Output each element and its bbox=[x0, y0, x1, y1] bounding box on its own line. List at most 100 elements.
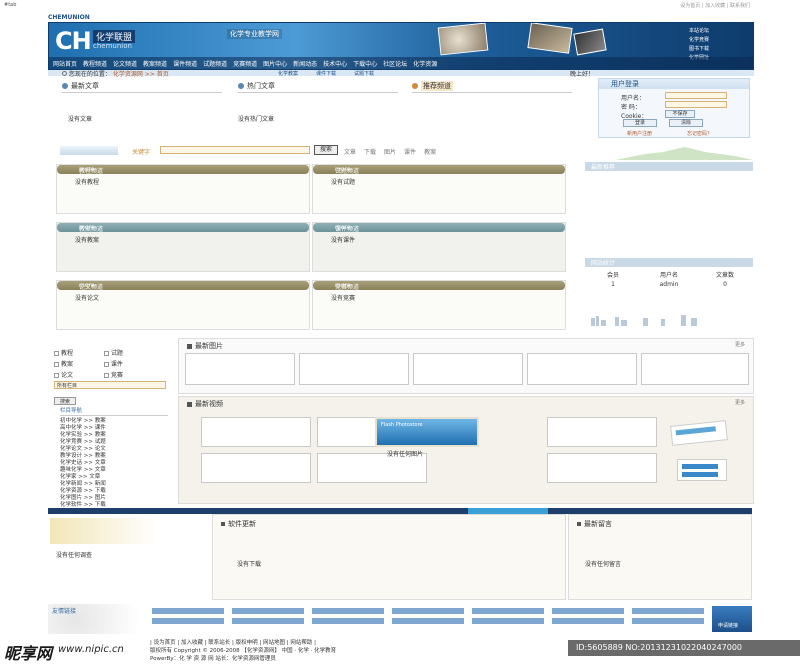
video-empty: 没有任何图片 bbox=[387, 451, 424, 458]
top-links[interactable]: 设为首页 | 加入收藏 | 联系我们 bbox=[680, 2, 750, 9]
nav-item[interactable]: 下载中心 bbox=[353, 59, 377, 68]
nav-item[interactable]: 竞赛频道 bbox=[233, 59, 257, 68]
quick-link[interactable]: 本站论坛 bbox=[689, 27, 747, 34]
search-option[interactable]: 文章 bbox=[344, 147, 356, 156]
quick-link[interactable]: 图书下载 bbox=[689, 45, 747, 52]
category-item[interactable]: 化学新闻 >> 新闻 bbox=[60, 481, 168, 488]
more-link[interactable]: more bbox=[79, 282, 303, 289]
watermark-id: ID:5605889 NO:20131231022040247000 bbox=[568, 640, 800, 656]
hot-articles-header: 热门文章 bbox=[238, 81, 275, 91]
footer-links[interactable]: | 设为首页 | 加入收藏 | 联系站长 | 版权申明 | 网站地图 | 网站帮… bbox=[150, 638, 580, 646]
video-thumb[interactable] bbox=[547, 417, 657, 447]
site-logo[interactable]: CH 化学联盟 chemunion bbox=[55, 27, 151, 57]
recommend-header: 推荐频道 bbox=[412, 81, 453, 91]
channel-checkbox[interactable]: 教程 bbox=[54, 348, 102, 357]
nav-item[interactable]: 教案频道 bbox=[143, 59, 167, 68]
mountain-graphic bbox=[615, 147, 753, 160]
quick-link[interactable]: 化学竞赛 bbox=[689, 36, 747, 43]
image-thumb[interactable] bbox=[413, 353, 523, 385]
category-item[interactable]: 化学实验 >> 教案 bbox=[60, 432, 168, 439]
category-item[interactable]: 化学竞赛 >> 试题 bbox=[60, 439, 168, 446]
friend-link[interactable] bbox=[392, 608, 464, 614]
category-item[interactable]: 教学设计 >> 教案 bbox=[60, 453, 168, 460]
search-input[interactable] bbox=[160, 146, 310, 154]
friend-link[interactable] bbox=[552, 608, 624, 614]
more-link[interactable]: more bbox=[335, 224, 559, 231]
image-thumb[interactable] bbox=[185, 353, 295, 385]
nav-item[interactable]: 社区论坛 bbox=[383, 59, 407, 68]
video-thumb[interactable] bbox=[201, 453, 311, 483]
subnav-item[interactable]: 化学教案 bbox=[278, 70, 298, 77]
nav-item[interactable]: 课件频道 bbox=[173, 59, 197, 68]
nav-item[interactable]: 论文频道 bbox=[113, 59, 137, 68]
username-field[interactable] bbox=[665, 92, 727, 99]
nav-item[interactable]: 技术中心 bbox=[323, 59, 347, 68]
category-item[interactable]: 化学图片 >> 图片 bbox=[60, 495, 168, 502]
friend-link[interactable] bbox=[632, 618, 704, 624]
category-item[interactable]: 初中化学 >> 教案 bbox=[60, 418, 168, 425]
channel-checkbox[interactable]: 论文 bbox=[54, 370, 102, 379]
category-item[interactable]: 化学论文 >> 论文 bbox=[60, 446, 168, 453]
more-link[interactable]: more bbox=[335, 282, 559, 289]
channel-checkbox[interactable]: 试题 bbox=[103, 348, 152, 357]
channel-checkbox[interactable]: 课件 bbox=[103, 359, 152, 368]
friend-link[interactable] bbox=[472, 608, 544, 614]
search-button[interactable]: 搜索 bbox=[314, 145, 338, 155]
nav-item[interactable]: 化学资源 bbox=[413, 59, 437, 68]
friend-link[interactable] bbox=[472, 618, 544, 624]
subnav-item[interactable]: 试题下载 bbox=[354, 70, 374, 77]
more-link[interactable]: more bbox=[79, 224, 303, 231]
video-thumb[interactable] bbox=[547, 453, 657, 483]
friend-link[interactable] bbox=[232, 608, 304, 614]
friend-link[interactable] bbox=[152, 608, 224, 614]
video-thumb[interactable] bbox=[201, 417, 311, 447]
more-link[interactable]: more bbox=[79, 166, 303, 173]
friend-link[interactable] bbox=[632, 608, 704, 614]
tag-card[interactable] bbox=[677, 459, 727, 481]
friend-link[interactable] bbox=[152, 618, 224, 624]
search-option[interactable]: 下载 bbox=[364, 147, 376, 156]
username-label: 用户名： bbox=[621, 95, 646, 102]
tag-card[interactable] bbox=[670, 420, 728, 446]
search-option[interactable]: 教案 bbox=[424, 147, 436, 156]
more-link[interactable]: more bbox=[335, 166, 559, 173]
category-item[interactable]: 化学资源 >> 下载 bbox=[60, 488, 168, 495]
panel-tutorials: 教程频道 more 没有教程 bbox=[56, 164, 310, 214]
apply-link-box[interactable]: 申请链接 bbox=[712, 606, 752, 632]
images-more-link[interactable]: 更多 bbox=[735, 341, 745, 348]
nav-item[interactable]: 教程频道 bbox=[83, 59, 107, 68]
image-thumb[interactable] bbox=[299, 353, 409, 385]
nav-item[interactable]: 图片中心 bbox=[263, 59, 287, 68]
nav-item[interactable]: 新闻动态 bbox=[293, 59, 317, 68]
cookie-select[interactable]: 不保存 bbox=[665, 110, 695, 118]
friend-link[interactable] bbox=[312, 608, 384, 614]
friend-link[interactable] bbox=[552, 618, 624, 624]
forgot-link[interactable]: 忘记密码？ bbox=[687, 130, 712, 137]
nav-item[interactable]: 网站首页 bbox=[53, 59, 77, 68]
videos-more-link[interactable]: 更多 bbox=[735, 399, 745, 406]
friend-link[interactable] bbox=[232, 618, 304, 624]
channel-checkbox[interactable]: 竞赛 bbox=[103, 370, 152, 379]
breadcrumb-path[interactable]: 化学资源网 >> 首页 bbox=[113, 71, 169, 78]
clear-button[interactable]: 清除 bbox=[669, 119, 703, 127]
channel-select[interactable]: 所有栏目 bbox=[54, 381, 166, 389]
search-option[interactable]: 图片 bbox=[384, 147, 396, 156]
nav-item[interactable]: 试题频道 bbox=[203, 59, 227, 68]
password-field[interactable] bbox=[665, 101, 727, 108]
category-item[interactable]: 高中化学 >> 课件 bbox=[60, 425, 168, 432]
login-button[interactable]: 登录 bbox=[623, 119, 657, 127]
flash-photostore-card[interactable]: Flash Photostore bbox=[375, 417, 479, 447]
category-item[interactable]: 化学家 >> 文章 bbox=[60, 474, 168, 481]
subnav-item[interactable]: 课件下载 bbox=[316, 70, 336, 77]
channel-checkbox[interactable]: 教案 bbox=[54, 359, 102, 368]
image-thumb[interactable] bbox=[641, 353, 749, 385]
search-option[interactable]: 课件 bbox=[404, 147, 416, 156]
register-link[interactable]: 新用户注册 bbox=[627, 130, 652, 137]
channel-search-button[interactable]: 搜索 bbox=[54, 397, 76, 405]
category-item[interactable]: 趣味化学 >> 文章 bbox=[60, 467, 168, 474]
friend-title: 友情链接 bbox=[52, 608, 77, 615]
image-thumb[interactable] bbox=[527, 353, 637, 385]
friend-link[interactable] bbox=[312, 618, 384, 624]
category-item[interactable]: 化学史话 >> 文章 bbox=[60, 460, 168, 467]
friend-link[interactable] bbox=[392, 618, 464, 624]
